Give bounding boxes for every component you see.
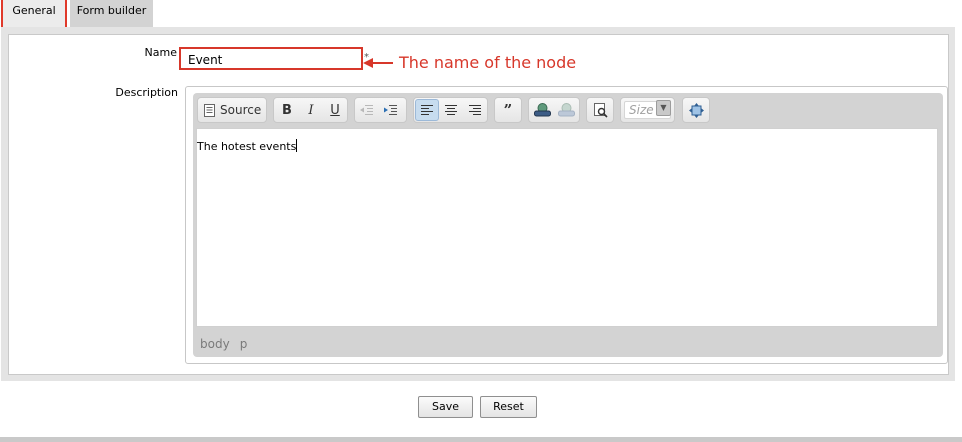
toolbar-group-blocks: ”: [494, 97, 522, 123]
text-caret: [296, 139, 298, 152]
maximize-icon: [688, 102, 704, 118]
source-button[interactable]: Source: [198, 99, 267, 121]
toolbar-group-basicstyles: B I U: [273, 97, 348, 123]
bottom-border: [0, 437, 962, 442]
outdent-button[interactable]: [355, 99, 379, 121]
toolbar-group-indent: [354, 97, 407, 123]
toolbar-group-find: [586, 97, 614, 123]
align-center-button[interactable]: [439, 99, 463, 121]
outdent-icon: [360, 105, 373, 115]
annotation-arrow-icon: [363, 58, 393, 68]
toolbar-group-align: [413, 97, 488, 123]
indent-icon: [384, 105, 397, 115]
tab-form-builder[interactable]: Form builder: [70, 0, 153, 27]
description-text: The hotest events: [197, 140, 297, 153]
save-button[interactable]: Save: [418, 396, 473, 418]
tab-general[interactable]: General: [1, 0, 67, 29]
maximize-button[interactable]: [684, 99, 708, 121]
align-right-button[interactable]: [463, 99, 487, 121]
element-path-bar: body p: [200, 337, 257, 351]
chevron-down-icon[interactable]: ▼: [656, 100, 671, 116]
link-button[interactable]: [530, 99, 554, 121]
source-label: Source: [220, 103, 262, 117]
unlink-icon: [557, 103, 575, 117]
blockquote-button[interactable]: ”: [496, 99, 520, 121]
align-left-button[interactable]: [415, 99, 439, 121]
toolbar-group-source: Source: [197, 97, 267, 123]
path-item-p[interactable]: p: [240, 337, 248, 351]
description-content-area[interactable]: The hotest events: [196, 128, 938, 327]
name-label: Name: [144, 46, 177, 59]
link-icon: [533, 103, 551, 117]
toolbar-group-links: [528, 97, 580, 123]
document-icon: [204, 103, 215, 117]
reset-button[interactable]: Reset: [480, 396, 537, 418]
path-item-body[interactable]: body: [200, 337, 230, 351]
toolbar-group-tools: [682, 97, 710, 123]
align-right-icon: [469, 105, 481, 115]
italic-button[interactable]: I: [299, 99, 323, 121]
description-label: Description: [115, 86, 178, 99]
name-input[interactable]: [179, 47, 363, 70]
align-center-icon: [445, 105, 457, 115]
indent-button[interactable]: [379, 99, 403, 121]
align-left-icon: [421, 105, 433, 115]
unlink-button[interactable]: [554, 99, 578, 121]
underline-button[interactable]: U: [323, 99, 347, 121]
bold-button[interactable]: B: [275, 99, 299, 121]
find-button[interactable]: [588, 99, 612, 121]
font-size-combo[interactable]: Size ▼: [620, 97, 675, 123]
find-icon: [593, 102, 608, 118]
annotation-text: The name of the node: [399, 53, 577, 72]
